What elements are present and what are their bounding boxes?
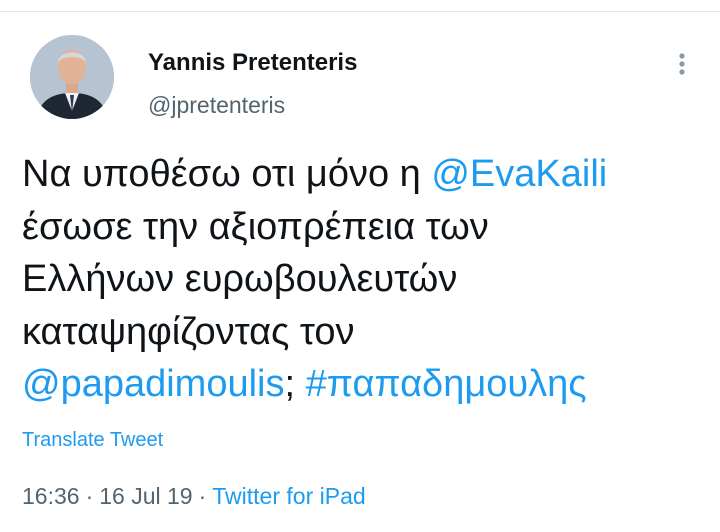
top-divider bbox=[0, 11, 720, 12]
mention-papadimoulis-link[interactable]: @papadimoulis bbox=[22, 363, 285, 405]
mention-evakaili-link[interactable]: @EvaKaili bbox=[431, 153, 607, 195]
translate-tweet-link[interactable]: Translate Tweet bbox=[22, 429, 163, 452]
tweet-line: Ελλήνων ευρωβουλευτών bbox=[22, 253, 682, 306]
tweet-text-segment: έσωσε την αξιοπρέπεια των bbox=[22, 205, 489, 248]
tweet-line: έσωσε την αξιοπρέπεια των bbox=[22, 201, 682, 254]
hashtag-link[interactable]: #παπαδημουλης bbox=[306, 363, 587, 405]
tweet-line: @papadimoulis; #παπαδημουλης bbox=[22, 358, 682, 411]
tweet-source-link[interactable]: Twitter for iPad bbox=[212, 483, 365, 509]
tweet-text-segment: Ελλήνων ευρωβουλευτών bbox=[22, 258, 458, 300]
tweet-text-segment: καταψηφίζοντας τον bbox=[22, 310, 355, 353]
tweet-line: καταψηφίζοντας τον bbox=[22, 306, 682, 359]
meta-separator: · bbox=[198, 483, 207, 509]
tweet-text-segment: Να υποθέσω οτι μόνο η bbox=[22, 153, 432, 195]
author-handle[interactable]: @jpretenteris bbox=[148, 92, 285, 119]
tweet-date[interactable]: 16 Jul 19 bbox=[99, 483, 192, 509]
tweet-line: Να υποθέσω οτι μόνο η @EvaKaili bbox=[22, 148, 682, 201]
tweet-text: Να υποθέσω οτι μόνο η @EvaKaili έσωσε τη… bbox=[22, 148, 682, 411]
meta-separator: · bbox=[85, 483, 94, 509]
tweet-text-segment: ; bbox=[284, 363, 306, 405]
tweet-time[interactable]: 16:36 bbox=[22, 483, 80, 509]
avatar[interactable] bbox=[30, 35, 114, 119]
tweet-metadata: 16:36 · 16 Jul 19 · Twitter for iPad bbox=[22, 483, 366, 510]
avatar-portrait bbox=[30, 35, 114, 119]
author-display-name[interactable]: Yannis Pretenteris bbox=[148, 49, 357, 77]
more-vertical-icon[interactable] bbox=[672, 50, 692, 78]
